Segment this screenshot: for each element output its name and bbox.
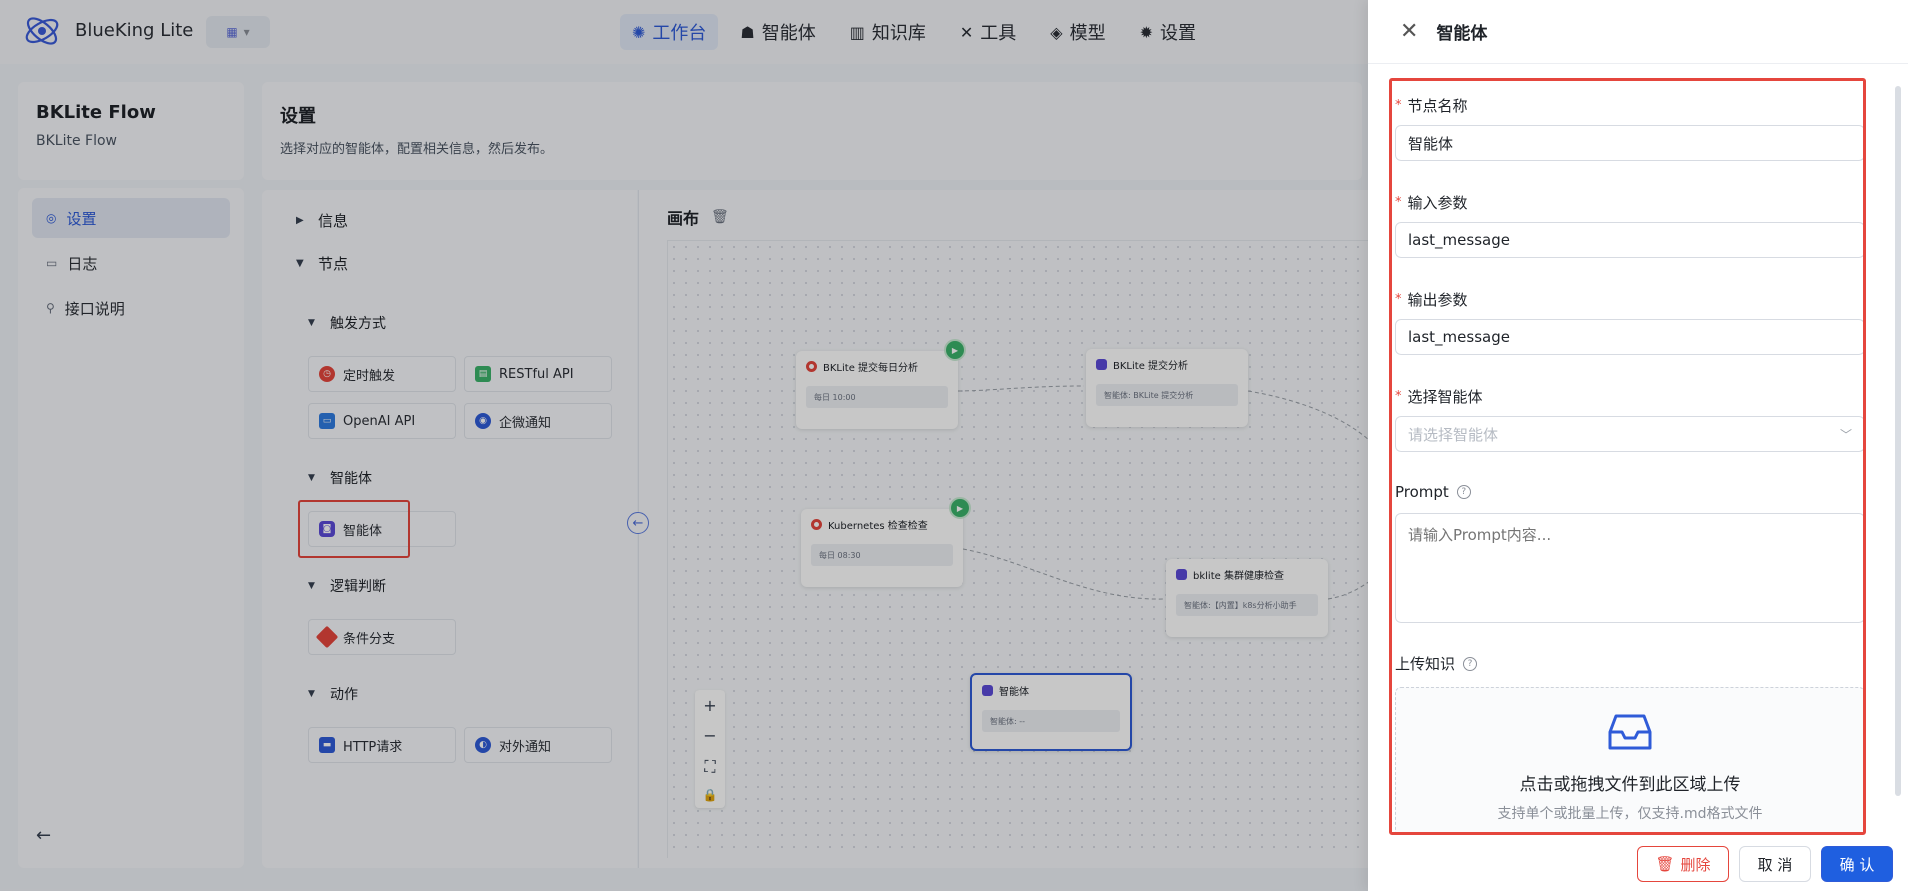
trash-icon: 🗑 bbox=[1655, 855, 1675, 873]
output-param-label: * 输出参数 bbox=[1395, 291, 1468, 309]
drawer-title: 智能体 bbox=[1436, 24, 1488, 44]
required-mark: * bbox=[1395, 389, 1402, 404]
scrollbar-thumb[interactable] bbox=[1895, 86, 1901, 796]
drawer-footer: 🗑 删除 取 消 确 认 bbox=[1637, 846, 1893, 882]
modal-overlay[interactable] bbox=[0, 0, 1368, 891]
delete-button[interactable]: 🗑 删除 bbox=[1637, 846, 1729, 882]
drawer-header: ✕ 智能体 bbox=[1368, 0, 1908, 64]
confirm-button[interactable]: 确 认 bbox=[1821, 846, 1893, 882]
config-form: *节点名称 *输入参数 *输出参数 *选择智能体 请选择智能体 ﹀ Prompt… bbox=[1389, 78, 1866, 835]
close-icon[interactable]: ✕ bbox=[1400, 19, 1418, 44]
output-param-input[interactable] bbox=[1395, 319, 1863, 355]
upload-main-text: 点击或拖拽文件到此区域上传 bbox=[1519, 775, 1741, 795]
help-icon[interactable]: ? bbox=[1456, 485, 1471, 499]
prompt-label: Prompt ? bbox=[1395, 483, 1471, 501]
cancel-button[interactable]: 取 消 bbox=[1739, 846, 1811, 882]
required-mark: * bbox=[1395, 98, 1402, 113]
select-agent-dropdown[interactable]: 请选择智能体 ﹀ bbox=[1395, 416, 1863, 452]
node-name-label: * 节点名称 bbox=[1395, 97, 1468, 115]
help-icon[interactable]: ? bbox=[1463, 656, 1478, 671]
input-param-input[interactable] bbox=[1395, 222, 1863, 258]
required-mark: * bbox=[1395, 292, 1402, 307]
upload-hint-text: 支持单个或批量上传，仅支持.md格式文件 bbox=[1497, 806, 1763, 822]
node-config-drawer: ✕ 智能体 *节点名称 *输入参数 *输出参数 *选择智能体 请选择智能体 ﹀ … bbox=[1368, 0, 1908, 891]
node-name-input[interactable] bbox=[1395, 125, 1863, 161]
input-param-label: * 输入参数 bbox=[1395, 194, 1468, 212]
select-agent-label: * 选择智能体 bbox=[1395, 388, 1483, 406]
prompt-textarea[interactable] bbox=[1395, 513, 1863, 623]
required-mark: * bbox=[1395, 195, 1402, 210]
chevron-down-icon: ﹀ bbox=[1839, 427, 1852, 442]
upload-dropzone[interactable]: 点击或拖拽文件到此区域上传 支持单个或批量上传，仅支持.md格式文件 bbox=[1395, 687, 1863, 832]
inbox-icon bbox=[1608, 714, 1652, 750]
drawer-scrollbar[interactable] bbox=[1894, 70, 1902, 820]
upload-knowledge-label: 上传知识 ? bbox=[1395, 653, 1478, 674]
